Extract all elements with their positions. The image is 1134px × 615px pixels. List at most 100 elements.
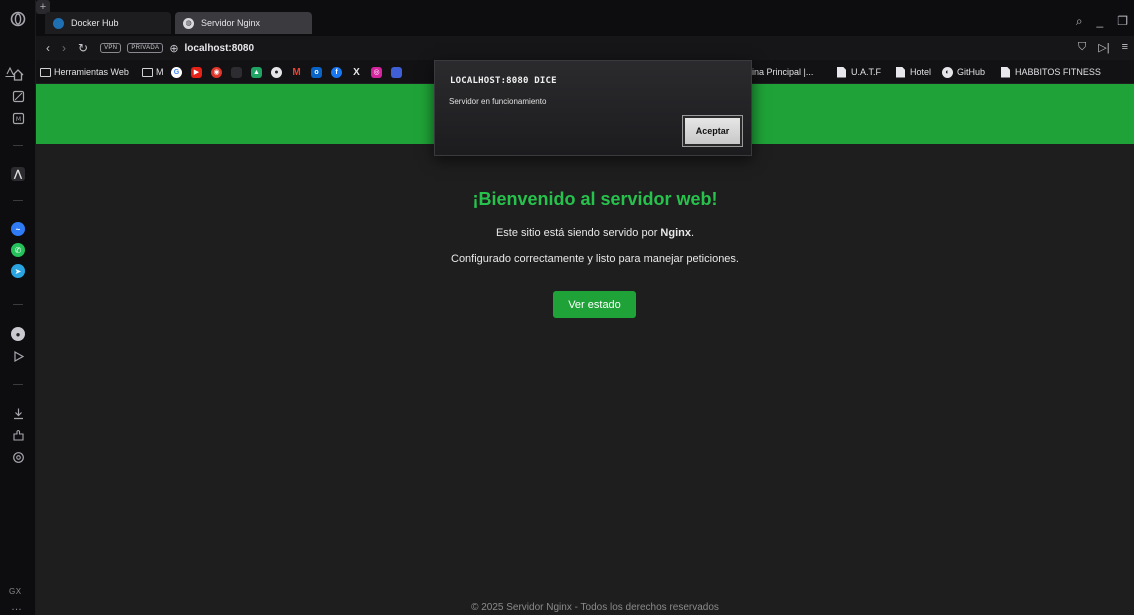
nginx-name: Nginx xyxy=(660,227,691,239)
menu-icon[interactable]: ≡ xyxy=(1122,41,1128,54)
bookmark-dark-site[interactable] xyxy=(231,64,246,80)
page-footer: © 2025 Servidor Nginx - Todos los derech… xyxy=(471,602,719,613)
bookmark-uatf[interactable]: U.A.T.F xyxy=(837,64,881,80)
served-by-text: Este sitio está siendo servido por Nginx… xyxy=(36,227,1134,239)
blue-square-icon xyxy=(391,66,402,78)
bookmark-label: M xyxy=(156,67,164,77)
extensions-icon[interactable] xyxy=(8,425,28,445)
alert-dialog: LOCALHOST:8080 DICE Servidor en funciona… xyxy=(434,60,752,156)
gx-label[interactable]: GX xyxy=(9,587,22,596)
bookmark-facebook[interactable]: f xyxy=(331,64,346,80)
telegram-icon[interactable]: ➤ xyxy=(8,261,28,281)
tab-servidor-nginx[interactable]: ◍ Servidor Nginx xyxy=(175,12,312,34)
folder-icon xyxy=(40,67,51,77)
document-icon xyxy=(1001,66,1010,78)
drive-icon: ▲ xyxy=(251,66,262,78)
docker-icon xyxy=(53,17,64,29)
globe-icon: ◍ xyxy=(183,17,194,29)
circle-icon: ● xyxy=(271,66,282,78)
address-bar-actions: ⛉ ▷| ≡ xyxy=(1078,41,1128,54)
opera-logo-icon[interactable] xyxy=(8,9,28,29)
facebook-icon: f xyxy=(331,66,342,78)
bookmark-outlook[interactable]: o xyxy=(311,64,326,80)
document-icon xyxy=(896,66,905,78)
bookmark-red-site[interactable]: ◉ xyxy=(211,64,226,80)
player-toggle-icon[interactable]: ▷| xyxy=(1098,41,1109,54)
bookmark-pagina-principal[interactable]: gina Principal |... xyxy=(747,64,813,80)
chat-icon[interactable]: ● xyxy=(8,324,28,344)
served-suffix: . xyxy=(690,227,695,239)
bookmark-label: U.A.T.F xyxy=(851,67,882,77)
welcome-title: ¡Bienvenido al servidor web! xyxy=(472,189,718,209)
rail-separator xyxy=(13,304,23,305)
more-icon[interactable]: … xyxy=(11,602,22,613)
minimize-icon[interactable]: _ xyxy=(1097,14,1104,29)
tab-label: Docker Hub xyxy=(71,18,119,28)
download-icon[interactable] xyxy=(8,403,28,423)
accept-button[interactable]: Aceptar xyxy=(682,115,743,147)
page-viewport: ¡Bienvenido al servidor web! Este sitio … xyxy=(36,84,1134,615)
x-icon: X xyxy=(351,66,362,78)
rail-separator xyxy=(13,384,23,385)
tab-docker-hub[interactable]: Docker Hub xyxy=(45,12,171,34)
bookmark-youtube[interactable]: ▶ xyxy=(191,64,206,80)
bookmark-github-mini[interactable]: ● xyxy=(271,64,286,80)
instagram-icon: ◎ xyxy=(371,66,382,78)
rail-separator xyxy=(13,200,23,201)
settings-icon[interactable] xyxy=(8,447,28,467)
config-text: Configurado correctamente y listo para m… xyxy=(451,253,739,265)
youtube-icon: ▶ xyxy=(191,66,202,78)
gmail-icon: M xyxy=(291,66,302,78)
bookmark-label: GitHub xyxy=(957,67,986,77)
search-tabs-icon[interactable]: ⌕ xyxy=(1076,14,1083,29)
bookmark-drive[interactable]: ▲ xyxy=(251,64,266,80)
rail-separator xyxy=(13,145,23,146)
google-icon: G xyxy=(171,66,182,78)
back-icon[interactable]: ‹ xyxy=(46,41,50,55)
vpn-badge[interactable]: VPN xyxy=(100,43,122,53)
music-icon[interactable]: M xyxy=(8,108,28,128)
reload-icon[interactable]: ↻ xyxy=(78,41,88,55)
restore-icon[interactable]: ❐ xyxy=(1117,14,1128,29)
url-field[interactable]: localhost:8080 xyxy=(185,43,254,54)
whatsapp-icon[interactable]: ✆ xyxy=(8,240,28,260)
bookmark-label: Hotel xyxy=(910,67,932,77)
folder-icon xyxy=(142,67,153,77)
bookmarks-toggle-icon[interactable] xyxy=(4,64,16,80)
alert-title: LOCALHOST:8080 DICE xyxy=(450,76,557,86)
player-icon[interactable] xyxy=(8,346,28,366)
outlook-icon: o xyxy=(311,66,322,78)
bookmark-gmail[interactable]: M xyxy=(291,64,306,80)
side-rail: M ⋀ ~ ✆ ➤ ● GX … xyxy=(0,0,36,615)
tab-label: Servidor Nginx xyxy=(201,18,261,28)
browser-window: M ⋀ ~ ✆ ➤ ● GX … Docker Hub ◍ Servidor N… xyxy=(0,0,1134,615)
forward-icon[interactable]: › xyxy=(62,41,66,55)
shield-icon[interactable]: ⛉ xyxy=(1078,41,1086,54)
window-controls: ⌕ _ ❐ xyxy=(1076,14,1128,29)
svg-text:M: M xyxy=(15,116,20,123)
document-icon xyxy=(837,66,846,78)
bookmark-instagram[interactable]: ◎ xyxy=(371,64,386,80)
bookmark-blue-site[interactable] xyxy=(391,64,406,80)
dark-square-icon xyxy=(231,66,242,78)
red-circle-icon: ◉ xyxy=(211,66,222,78)
aria-icon[interactable]: ⋀ xyxy=(8,164,28,184)
tab-bar: Docker Hub ◍ Servidor Nginx + ⌕ _ ❐ xyxy=(36,0,1134,36)
bookmark-google[interactable]: G xyxy=(171,64,186,80)
bookmark-folder-herramientas[interactable]: Herramientas Web xyxy=(40,64,129,80)
bookmark-x[interactable]: X xyxy=(351,64,366,80)
private-badge[interactable]: PRIVADA xyxy=(127,43,164,53)
bookmark-habbitos[interactable]: HABBITOS FITNESS xyxy=(1001,64,1101,80)
bookmark-github[interactable]: ◐ GitHub xyxy=(942,64,985,80)
bookmark-label: Herramientas Web xyxy=(54,67,129,77)
alert-message: Servidor en funcionamiento xyxy=(449,97,547,106)
served-prefix: Este sitio está siendo servido por xyxy=(495,227,661,239)
address-bar: ‹ › ↻ VPN PRIVADA ⊕ localhost:8080 ⛉ ▷| … xyxy=(36,36,1134,60)
bookmark-folder-m[interactable]: M xyxy=(142,64,164,80)
github-icon: ◐ xyxy=(942,66,953,78)
messenger-icon[interactable]: ~ xyxy=(8,219,28,239)
bookmark-hotel[interactable]: Hotel xyxy=(896,64,931,80)
view-status-button[interactable]: Ver estado xyxy=(553,291,636,318)
site-info-icon[interactable]: ⊕ xyxy=(169,42,178,55)
wallpaper-icon[interactable] xyxy=(8,86,28,106)
